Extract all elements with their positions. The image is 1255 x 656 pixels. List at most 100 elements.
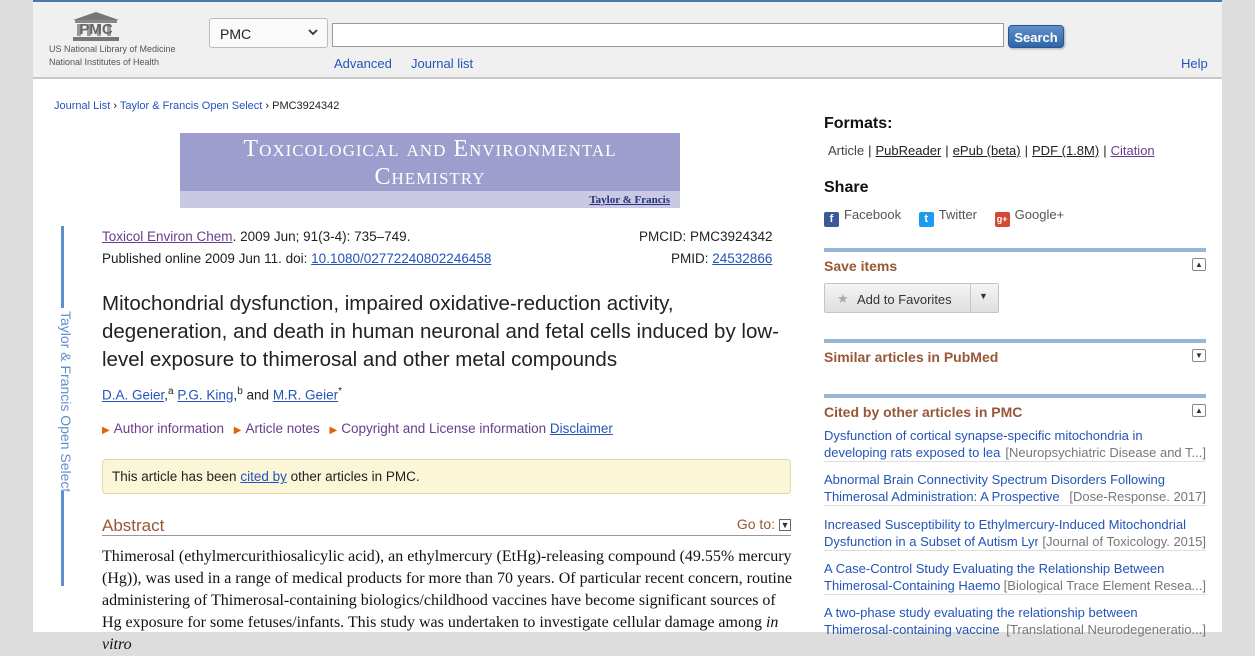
abstract-text: Thimerosal (ethylmercurithiosalicylic ac… (102, 546, 792, 656)
cited-article-title-cont[interactable]: Dysfunction in a Subset of Autism Lympho… (824, 533, 1038, 550)
save-items-portlet: Save items ▲ ★ Add to Favorites ▼ (824, 248, 1206, 318)
breadcrumb-separator: › (113, 100, 117, 112)
database-select-value: PMC (220, 26, 252, 42)
cited-article-source: [Journal of Toxicology. 2015] (1042, 534, 1206, 549)
cited-article-title-cont[interactable]: developing rats exposed to lead (824, 444, 1001, 461)
journal-banner-title: Toxicological and Environmental Chemistr… (243, 136, 617, 190)
abstract-heading: Abstract (102, 516, 165, 535)
article-title: Mitochondrial dysfunction, impaired oxid… (102, 292, 779, 371)
cited-article-source: [Neuropsychiatric Disease and T...] (1005, 445, 1206, 460)
side-tab-bar (61, 491, 64, 586)
published-text: Published online 2009 Jun 11. doi: (102, 251, 312, 266)
breadcrumb-journal-list[interactable]: Journal List (54, 100, 110, 112)
cited-notice-pre: This article has been (112, 469, 241, 484)
logo-line-nlm: US National Library of Medicine (49, 44, 176, 54)
copyright-toggle[interactable]: Copyright and License information (341, 421, 546, 436)
format-citation-link[interactable]: Citation (1111, 143, 1155, 158)
share-googleplus[interactable]: g+ Google+ (994, 207, 1064, 227)
cited-article-title-cont[interactable]: Thimerosal-Containing Haemophilus (824, 577, 1000, 594)
search-input[interactable] (332, 23, 1004, 47)
journal-banner[interactable]: Toxicological and Environmental Chemistr… (180, 133, 680, 208)
search-button[interactable]: Search (1008, 25, 1064, 48)
advanced-search-link[interactable]: Advanced (334, 56, 392, 71)
share-links: f Facebook t Twitter g+ Google+ (824, 207, 1078, 227)
svg-text:PMC: PMC (79, 21, 113, 38)
cited-by-link[interactable]: cited by (240, 469, 287, 484)
format-epub-link[interactable]: ePub (beta) (953, 143, 1021, 158)
cited-article-title[interactable]: A two-phase study evaluating the relatio… (824, 604, 1206, 621)
cited-article-title[interactable]: A Case-Control Study Evaluating the Rela… (824, 560, 1206, 577)
disclaimer-link[interactable]: Disclaimer (550, 421, 613, 436)
format-pdf-link[interactable]: PDF (1.8M) (1032, 143, 1099, 158)
triangle-right-icon: ▶ (102, 425, 110, 436)
separator: | (945, 143, 949, 158)
article-notes-toggle[interactable]: Article notes (245, 421, 319, 436)
abstract-heading-row: Abstract Go to: ▼ (102, 516, 791, 536)
pmcid: PMCID: PMC3924342 (639, 229, 773, 244)
open-select-side-tab[interactable]: Taylor & Francis Open Select (58, 226, 74, 586)
author-affiliation: b (237, 386, 243, 397)
author-list: D.A. Geier,a P.G. King,b and M.R. Geier* (102, 386, 342, 403)
abstract-body: Thimerosal (ethylmercurithiosalicylic ac… (102, 548, 792, 631)
help-link[interactable]: Help (1181, 56, 1208, 71)
separator: | (1103, 143, 1107, 158)
journal-link[interactable]: Toxicol Environ Chem (102, 229, 233, 244)
cited-article-title[interactable]: Abnormal Brain Connectivity Spectrum Dis… (824, 471, 1206, 488)
breadcrumb-separator: › (265, 100, 270, 112)
twitter-icon: t (918, 212, 934, 227)
save-items-heading: Save items (824, 258, 898, 274)
cited-by-notice: This article has been cited by other art… (102, 459, 791, 494)
cited-article-item[interactable]: Dysfunction of cortical synapse-specific… (824, 427, 1206, 462)
cited-article-item[interactable]: Abnormal Brain Connectivity Spectrum Dis… (824, 471, 1206, 506)
triangle-right-icon: ▶ (233, 425, 242, 436)
format-pubreader-link[interactable]: PubReader (876, 143, 942, 158)
cited-notice-post: other articles in PMC. (286, 469, 420, 484)
cited-by-heading: Cited by other articles in PMC (824, 404, 1023, 420)
cited-article-source: [Biological Trace Element Resea...] (1003, 578, 1206, 593)
breadcrumb-current: PMC3924342 (272, 100, 340, 112)
share-heading: Share (824, 179, 869, 196)
expand-icon[interactable]: ▼ (1192, 349, 1206, 362)
breadcrumb-taylor-francis[interactable]: Taylor & Francis Open Select (120, 100, 262, 112)
author-link[interactable]: P.G. King (177, 388, 233, 403)
doi-link[interactable]: 10.1080/02772240802246458 (311, 251, 491, 266)
collapse-icon[interactable]: ▲ (1192, 258, 1206, 271)
googleplus-icon: g+ (994, 212, 1010, 227)
cited-article-title[interactable]: Dysfunction of cortical synapse-specific… (824, 427, 1206, 444)
breadcrumb: Journal List › Taylor & Francis Open Sel… (54, 100, 339, 112)
collapse-icon[interactable]: ▲ (1192, 404, 1206, 417)
author-information-toggle[interactable]: Author information (114, 421, 224, 436)
cited-article-item[interactable]: A two-phase study evaluating the relatio… (824, 604, 1206, 639)
author-link[interactable]: M.R. Geier (273, 388, 338, 403)
page: PMC US National Library of Medicine Nati… (33, 0, 1222, 653)
share-facebook[interactable]: f Facebook (824, 207, 901, 227)
cited-article-source: [Translational Neurodegeneratio...] (1006, 622, 1206, 637)
citation-details: . 2009 Jun; 91(3-4): 735–749. (232, 229, 411, 244)
dropdown-arrow-icon[interactable]: ▼ (979, 291, 988, 301)
journal-list-link[interactable]: Journal list (411, 56, 473, 71)
cited-article-title-cont[interactable]: Thimerosal Administration: A Prospective (824, 488, 1065, 505)
pmc-logo-icon: PMC (73, 12, 119, 41)
cited-article-title-cont[interactable]: Thimerosal-containing vaccine (824, 621, 1002, 638)
published-line: Published online 2009 Jun 11. doi: 10.10… (102, 251, 491, 266)
facebook-icon: f (824, 212, 839, 227)
side-tab-label: Taylor & Francis Open Select (58, 311, 74, 493)
goto-menu[interactable]: Go to: ▼ (737, 516, 791, 532)
pmid-link[interactable]: 24532866 (712, 251, 772, 266)
author-link[interactable]: D.A. Geier (102, 388, 164, 403)
add-to-favorites-button[interactable]: ★ Add to Favorites ▼ (824, 283, 999, 313)
share-twitter[interactable]: t Twitter (918, 207, 977, 227)
author-and: and (246, 387, 270, 403)
article-content: Journal List › Taylor & Francis Open Sel… (33, 81, 803, 653)
site-header: PMC US National Library of Medicine Nati… (33, 2, 1222, 79)
similar-articles-heading[interactable]: Similar articles in PubMed (824, 349, 998, 365)
cited-article-item[interactable]: Increased Susceptibility to Ethylmercury… (824, 516, 1206, 551)
cited-article-source: [Dose-Response. 2017] (1069, 489, 1206, 504)
cited-article-title[interactable]: Increased Susceptibility to Ethylmercury… (824, 516, 1206, 533)
database-select[interactable]: PMC (209, 18, 328, 48)
right-sidebar: Formats: Article | PubReader | ePub (beta) | P… (824, 81, 1207, 639)
formats-heading: Formats: (824, 115, 893, 132)
cited-article-item[interactable]: A Case-Control Study Evaluating the Rela… (824, 560, 1206, 595)
article-info-links: ▶ Author information ▶ Article notes ▶ Copy… (102, 421, 613, 436)
separator: | (1024, 143, 1029, 158)
